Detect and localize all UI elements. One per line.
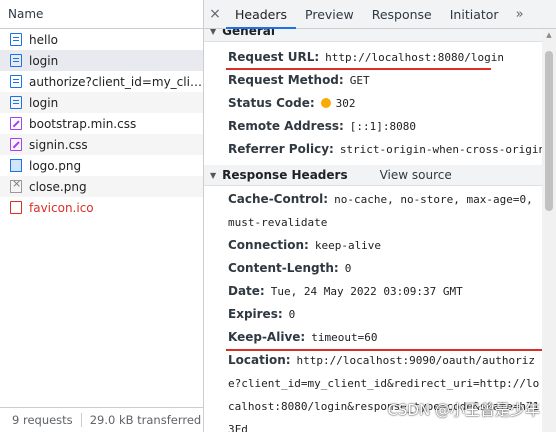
headers-content: ▼ General Request URL: http://localhost:8… <box>204 29 542 432</box>
header-value: GET <box>349 74 370 87</box>
stylesheet-icon <box>10 117 22 130</box>
header-key: Location: <box>228 353 291 367</box>
document-icon <box>10 54 22 67</box>
close-icon[interactable]: × <box>204 0 226 28</box>
header-key: Remote Address: <box>228 119 344 133</box>
tab-initiator[interactable]: Initiator <box>441 0 508 28</box>
request-name: favicon.ico <box>29 200 94 215</box>
header-key: Request URL: <box>228 50 320 64</box>
triangle-down-icon: ▼ <box>210 170 217 180</box>
request-row[interactable]: login <box>0 92 203 113</box>
error-document-icon <box>10 201 22 214</box>
request-name: signin.css <box>29 137 88 152</box>
header-value: 0 <box>288 308 296 321</box>
request-detail-panel: × Headers Preview Response Initiator » ▼… <box>204 0 556 432</box>
header-key: Cache-Control: <box>228 192 329 206</box>
request-row-selected[interactable]: login <box>0 50 203 71</box>
requests-count: 9 requests <box>12 413 73 427</box>
remote-address-row: Remote Address: [::1]:8080 <box>204 115 542 138</box>
header-key: Expires: <box>228 307 283 321</box>
request-row[interactable]: favicon.ico <box>0 197 203 218</box>
header-key: Date: <box>228 284 265 298</box>
document-icon <box>10 96 22 109</box>
image-icon <box>10 177 22 193</box>
detail-tab-bar: × Headers Preview Response Initiator » <box>204 0 556 29</box>
header-value: Tue, 24 May 2022 03:09:37 GMT <box>270 285 463 298</box>
header-key: Keep-Alive: <box>228 330 306 344</box>
response-headers-section-header[interactable]: ▼ Response Headers View source <box>204 165 542 186</box>
header-value: http://localhost:8080/login <box>325 51 504 64</box>
header-value: 0 <box>344 262 352 275</box>
more-tabs-icon[interactable]: » <box>508 0 532 28</box>
header-value: timeout=60 <box>311 331 378 344</box>
scrollbar-thumb[interactable] <box>545 51 553 211</box>
cache-control-row: Cache-Control: no-cache, no-store, max-ag… <box>204 188 542 234</box>
view-source-link[interactable]: View source <box>380 168 452 182</box>
stylesheet-icon <box>10 138 22 151</box>
triangle-down-icon: ▼ <box>210 29 217 36</box>
tab-response[interactable]: Response <box>363 0 441 28</box>
tab-headers[interactable]: Headers <box>226 0 297 29</box>
request-method-row: Request Method: GET <box>204 69 542 92</box>
name-column-header[interactable]: Name <box>0 0 203 29</box>
header-key: Connection: <box>228 238 309 252</box>
expires-row: Expires: 0 <box>204 303 542 326</box>
header-value: [::1]:8080 <box>349 120 417 133</box>
header-value: strict-origin-when-cross-origin <box>339 143 542 156</box>
request-row[interactable]: logo.png <box>0 155 203 176</box>
header-key: Referrer Policy: <box>228 142 334 156</box>
request-name: close.png <box>29 179 87 194</box>
header-value: keep-alive <box>314 239 382 252</box>
tab-preview[interactable]: Preview <box>296 0 363 28</box>
response-headers-title: Response Headers <box>222 168 348 182</box>
request-name: hello <box>29 32 58 47</box>
keep-alive-row: Keep-Alive: timeout=60 <box>204 326 542 349</box>
request-url-row: Request URL: http://localhost:8080/login <box>204 46 542 70</box>
header-key: Content-Length: <box>228 261 339 275</box>
image-icon <box>10 159 22 172</box>
general-section-header[interactable]: ▼ General <box>204 29 542 42</box>
document-icon <box>10 75 22 88</box>
request-name: login <box>29 53 59 68</box>
header-value: 302 <box>335 97 356 110</box>
scroll-up-icon[interactable]: ▲ <box>542 29 556 41</box>
request-name: bootstrap.min.css <box>29 116 137 131</box>
divider <box>80 413 82 427</box>
request-name: login <box>29 95 59 110</box>
date-row: Date: Tue, 24 May 2022 03:09:37 GMT <box>204 280 542 303</box>
request-row[interactable]: authorize?client_id=my_client... <box>0 71 203 92</box>
vertical-scrollbar[interactable]: ▲ <box>542 29 556 432</box>
general-title: General <box>222 29 275 38</box>
transferred-size: 29.0 kB transferred <box>89 413 202 427</box>
network-request-list: Name hello login authorize?client_id=my_… <box>0 0 204 432</box>
header-key: Status Code: <box>228 96 315 110</box>
content-length-row: Content-Length: 0 <box>204 257 542 280</box>
request-row[interactable]: signin.css <box>0 134 203 155</box>
status-bar: 9 requests 29.0 kB transferred <box>0 407 203 432</box>
referrer-policy-row: Referrer Policy: strict-origin-when-cross… <box>204 138 542 161</box>
request-name: logo.png <box>29 158 82 173</box>
status-dot-icon <box>320 98 331 108</box>
connection-row: Connection: keep-alive <box>204 234 542 257</box>
watermark: CSDN @小王曾是少年 <box>387 401 540 419</box>
request-list: hello login authorize?client_id=my_clien… <box>0 29 203 218</box>
status-code-row: Status Code: 302 <box>204 92 542 115</box>
request-name: authorize?client_id=my_client... <box>29 74 203 89</box>
request-row[interactable]: hello <box>0 29 203 50</box>
request-row[interactable]: bootstrap.min.css <box>0 113 203 134</box>
request-row[interactable]: close.png <box>0 176 203 197</box>
header-key: Request Method: <box>228 73 344 87</box>
document-icon <box>10 33 22 46</box>
